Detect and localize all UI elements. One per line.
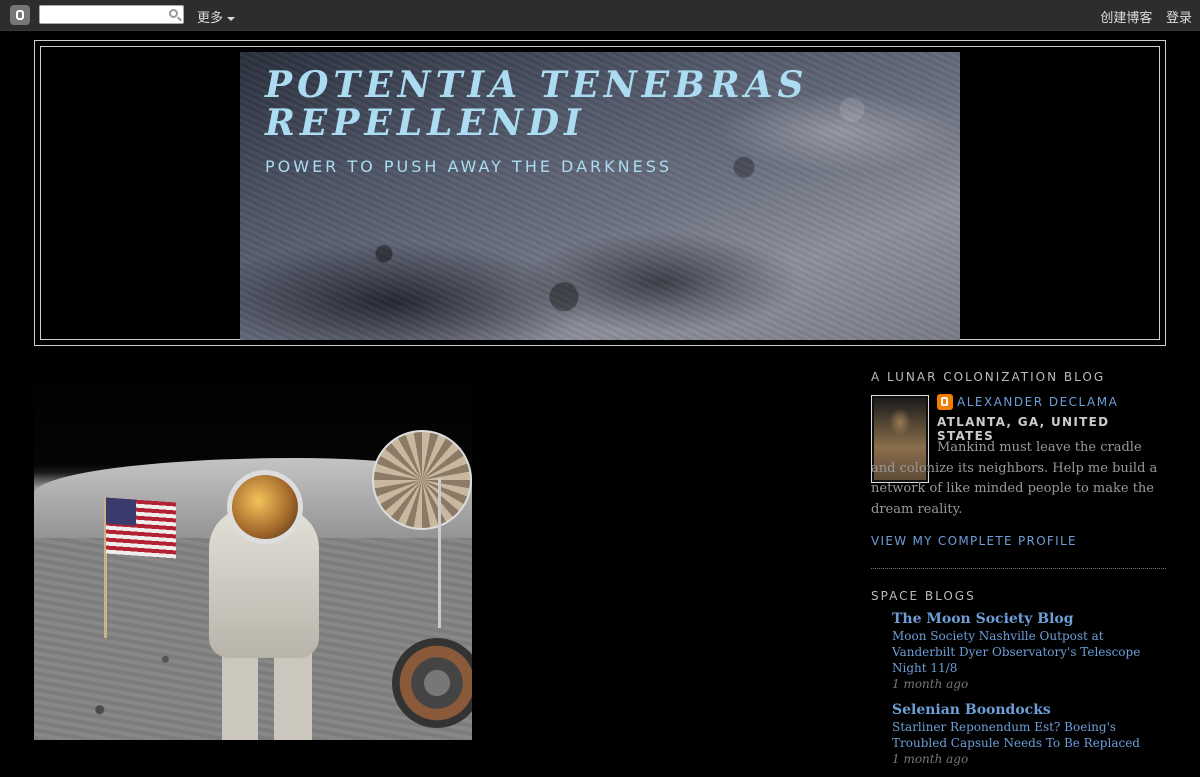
astronaut-legs (222, 648, 312, 740)
post-image-astronaut (34, 358, 472, 740)
blog-description: POWER TO PUSH AWAY THE DARKNESS (265, 157, 673, 176)
blog-name-link[interactable]: The Moon Society Blog (892, 611, 1166, 628)
blog-post-age: 1 month ago (892, 752, 969, 766)
profile-widget: ALEXANDER DECLAMA ATLANTA, GA, UNITED ST… (871, 392, 1166, 526)
sidebar-divider (871, 568, 1166, 569)
blog-list-item: Selenian Boondocks Starliner Reponendum … (892, 702, 1166, 767)
blogger-profile-icon (937, 394, 953, 410)
profile-name-link[interactable]: ALEXANDER DECLAMA (957, 395, 1118, 409)
search-icon[interactable] (169, 9, 178, 18)
create-blog-link[interactable]: 创建博客 (1100, 10, 1152, 25)
sign-in-link[interactable]: 登录 (1166, 10, 1192, 25)
blog-post-link[interactable]: Moon Society Nashville Outpost at Vander… (892, 628, 1166, 676)
more-menu-label[interactable]: 更多 (197, 10, 223, 25)
blog-name-link[interactable]: Selenian Boondocks (892, 702, 1166, 719)
astronaut-helmet (227, 470, 303, 544)
blog-post-age: 1 month ago (892, 677, 969, 691)
blog-list: The Moon Society Blog Moon Society Nashv… (871, 611, 1166, 767)
blogger-navbar: 更多 创建博客 登录 (0, 0, 1200, 31)
space-blogs-heading: SPACE BLOGS (871, 589, 976, 603)
profile-about-text: Mankind must leave the cradle and coloni… (871, 440, 1158, 518)
search-box[interactable] (39, 5, 184, 26)
blogger-logo-icon[interactable] (10, 5, 30, 25)
more-menu-button[interactable]: 更多 (197, 7, 236, 26)
view-complete-profile-link[interactable]: VIEW MY COMPLETE PROFILE (871, 534, 1166, 548)
high-gain-antenna (372, 430, 472, 530)
blog-list-item: The Moon Society Blog Moon Society Nashv… (892, 611, 1166, 692)
antenna-pole (438, 478, 441, 628)
about-heading: A LUNAR COLONIZATION BLOG (871, 370, 1106, 384)
blog-post-link[interactable]: Starliner Reponendum Est? Boeing's Troub… (892, 719, 1166, 751)
blog-title[interactable]: POTENTIA TENEBRAS REPELLENDI (265, 66, 865, 142)
navbar-actions: 创建博客 登录 (1090, 7, 1192, 26)
rover-wheel (392, 638, 472, 728)
sidebar: A LUNAR COLONIZATION BLOG ALEXANDER DECL… (871, 370, 1166, 777)
search-input[interactable] (43, 8, 167, 26)
us-flag (106, 497, 176, 559)
chevron-down-icon[interactable] (227, 16, 236, 21)
